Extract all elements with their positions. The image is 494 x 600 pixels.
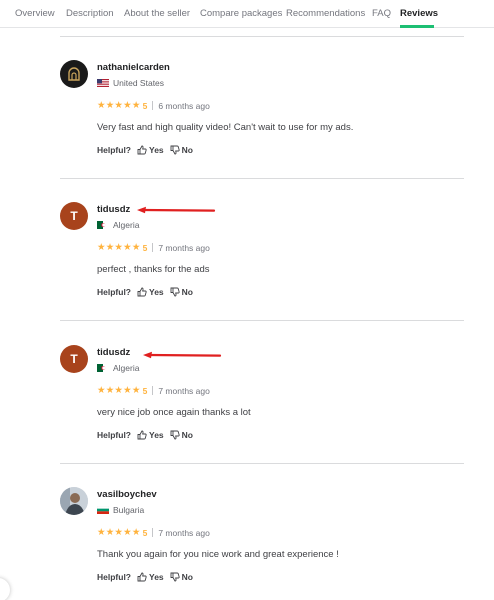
country-name: Algeria — [113, 363, 140, 373]
helpful-row: Helpful? Yes No — [97, 572, 193, 582]
helpful-no-button[interactable]: No — [170, 145, 193, 155]
yes-label: Yes — [149, 430, 164, 440]
tab-description[interactable]: Description — [66, 8, 114, 19]
reviewer-country: Algeria — [97, 220, 139, 230]
tab-about-the-seller[interactable]: About the seller — [124, 8, 190, 19]
yes-label: Yes — [149, 572, 164, 582]
separator — [152, 528, 154, 537]
review-time: 7 months ago — [158, 242, 210, 253]
algeria-flag-icon — [97, 364, 109, 372]
country-name: Bulgaria — [113, 505, 145, 515]
review-text: Very fast and high quality video! Can't … — [97, 122, 354, 133]
helpful-row: Helpful? Yes No — [97, 287, 193, 297]
thumbs-up-icon — [137, 572, 147, 582]
tab-reviews[interactable]: Reviews — [400, 8, 438, 19]
yes-label: Yes — [149, 145, 164, 155]
no-label: No — [181, 430, 193, 440]
tab-faq[interactable]: FAQ — [372, 8, 391, 19]
thumbs-up-icon — [137, 287, 147, 297]
seller-logo-icon — [68, 67, 80, 81]
helpful-label: Helpful? — [97, 430, 131, 440]
active-tab-indicator — [400, 25, 434, 28]
helpful-yes-button[interactable]: Yes — [137, 287, 164, 297]
country-name: United States — [113, 78, 165, 88]
helpful-yes-button[interactable]: Yes — [137, 145, 164, 155]
rating-score: 5 — [142, 242, 148, 253]
helpful-row: Helpful? Yes No — [97, 430, 193, 440]
rating: ★★★★★ 5 7 months ago — [97, 242, 210, 253]
tab-overview[interactable]: Overview — [15, 8, 55, 19]
avatar[interactable]: T — [60, 202, 88, 230]
thumbs-down-icon — [170, 145, 180, 155]
red-arrow-annotation — [137, 206, 216, 214]
reviewer-country: United States — [97, 78, 164, 88]
algeria-flag-icon — [97, 221, 109, 229]
reviewer-username[interactable]: tidusdz — [97, 347, 130, 358]
bulgaria-flag-icon — [97, 506, 109, 514]
red-arrow-annotation — [143, 351, 222, 359]
review-text: perfect , thanks for the ads — [97, 264, 210, 275]
us-flag-icon — [97, 79, 109, 87]
avatar[interactable]: T — [60, 345, 88, 373]
thumbs-up-icon — [137, 145, 147, 155]
divider — [60, 178, 464, 179]
helpful-yes-button[interactable]: Yes — [137, 572, 164, 582]
rating-score: 5 — [142, 100, 148, 111]
avatar[interactable] — [60, 487, 88, 515]
review-text: Thank you again for you nice work and gr… — [97, 549, 339, 560]
user-photo-icon — [60, 487, 88, 515]
divider — [60, 463, 464, 464]
rating: ★★★★★ 5 6 months ago — [97, 100, 210, 111]
helpful-no-button[interactable]: No — [170, 430, 193, 440]
thumbs-down-icon — [170, 287, 180, 297]
review-time: 7 months ago — [158, 385, 210, 396]
star-rating-icon: ★★★★★ — [97, 100, 141, 111]
rating-score: 5 — [142, 527, 148, 538]
thumbs-down-icon — [170, 572, 180, 582]
reviewer-username[interactable]: nathanielcarden — [97, 62, 170, 73]
tab-bar: Overview Description About the seller Co… — [0, 0, 494, 28]
tab-compare-packages[interactable]: Compare packages — [200, 8, 282, 19]
divider — [60, 36, 464, 37]
review-time: 7 months ago — [158, 527, 210, 538]
rating: ★★★★★ 5 7 months ago — [97, 385, 210, 396]
star-rating-icon: ★★★★★ — [97, 242, 141, 253]
review-time: 6 months ago — [158, 100, 210, 111]
separator — [152, 101, 154, 110]
review-text: very nice job once again thanks a lot — [97, 407, 251, 418]
thumbs-down-icon — [170, 430, 180, 440]
reviewer-username[interactable]: vasilboychev — [97, 489, 157, 500]
helpful-no-button[interactable]: No — [170, 287, 193, 297]
star-rating-icon: ★★★★★ — [97, 527, 141, 538]
star-rating-icon: ★★★★★ — [97, 385, 141, 396]
separator — [152, 243, 154, 252]
helpful-no-button[interactable]: No — [170, 572, 193, 582]
reviewer-country: Algeria — [97, 363, 139, 373]
no-label: No — [181, 287, 193, 297]
helpful-label: Helpful? — [97, 145, 131, 155]
reviewer-username[interactable]: tidusdz — [97, 204, 130, 215]
review-item: T tidusdz Algeria ★★★★★ 5 7 months ago p… — [60, 202, 480, 322]
helpful-row: Helpful? Yes No — [97, 145, 193, 155]
divider — [60, 320, 464, 321]
no-label: No — [181, 572, 193, 582]
thumbs-up-icon — [137, 430, 147, 440]
country-name: Algeria — [113, 220, 140, 230]
helpful-yes-button[interactable]: Yes — [137, 430, 164, 440]
rating-score: 5 — [142, 385, 148, 396]
rating: ★★★★★ 5 7 months ago — [97, 527, 210, 538]
review-item: T tidusdz Algeria ★★★★★ 5 7 months ago v… — [60, 345, 480, 465]
separator — [152, 386, 154, 395]
helpful-label: Helpful? — [97, 572, 131, 582]
review-item: nathanielcarden United States ★★★★★ 5 6 … — [60, 60, 480, 180]
tab-recommendations[interactable]: Recommendations — [286, 8, 365, 19]
reviewer-country: Bulgaria — [97, 505, 144, 515]
review-item: vasilboychev Bulgaria ★★★★★ 5 7 months a… — [60, 487, 480, 600]
avatar[interactable] — [60, 60, 88, 88]
no-label: No — [181, 145, 193, 155]
chat-bubble-button[interactable] — [0, 578, 10, 600]
helpful-label: Helpful? — [97, 287, 131, 297]
yes-label: Yes — [149, 287, 164, 297]
